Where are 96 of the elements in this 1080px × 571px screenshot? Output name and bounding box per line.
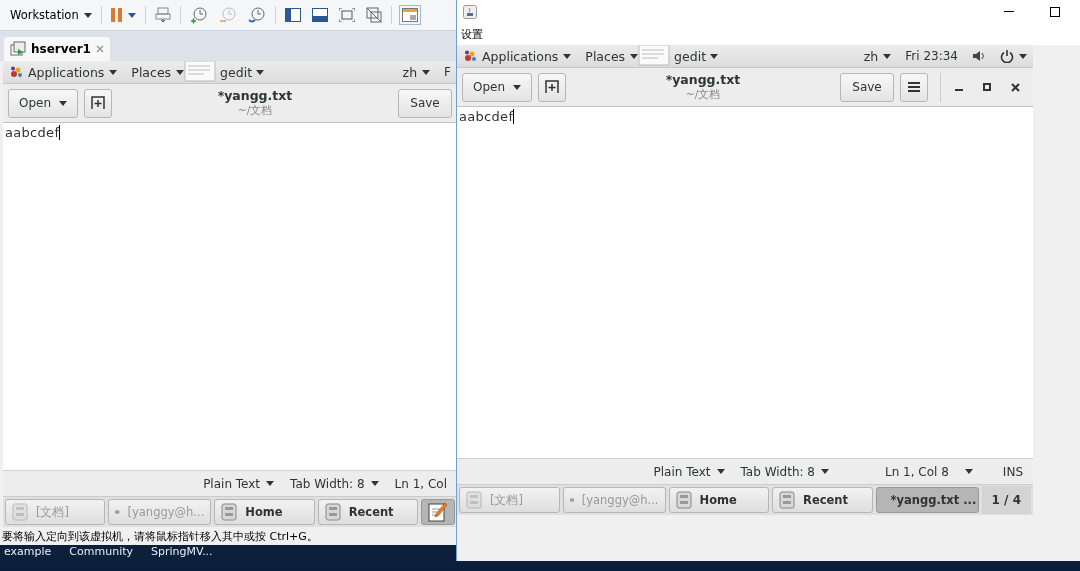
desktop-icon-label[interactable]: SpringMV... [151,545,213,558]
sidebar-view-button[interactable] [282,6,303,24]
menu-icon [908,82,920,92]
cabinet-icon [779,491,796,509]
places-menu[interactable]: Places [131,64,185,80]
new-tab-button[interactable] [538,72,566,102]
caret-icon [176,69,185,75]
crossed-window-icon [365,7,382,23]
caret-icon [1019,53,1027,59]
document-text: aabcdef [5,125,60,140]
cabinet-icon [466,491,482,509]
caret-icon [422,69,431,75]
new-tab-button[interactable] [84,88,112,118]
desktop-icon-label[interactable]: example [4,545,52,558]
app-menu[interactable]: gedit [220,64,253,80]
fullscreen-button[interactable] [336,6,357,24]
power-icon[interactable] [1000,49,1014,63]
taskbar-item[interactable]: Recent [317,499,418,525]
caret-icon [83,12,92,18]
minimize-icon [1004,11,1014,13]
pause-icon [110,8,123,22]
caret-icon [630,53,639,59]
open-button[interactable]: Open [462,72,532,102]
close-icon[interactable] [96,45,104,53]
taskbar-item[interactable]: Home [668,487,770,513]
vm-icon [10,41,26,57]
maximize-icon [1050,7,1060,17]
tab-width-menu[interactable]: Tab Width: 8 [290,476,379,491]
clock: F [444,65,451,79]
applications-menu[interactable]: Applications [463,48,572,64]
caret-icon [821,469,829,474]
workspace-indicator[interactable]: 1 / 4 [981,486,1031,514]
maximize-icon [983,83,991,91]
console-view-button[interactable] [309,6,330,24]
caret-icon [256,69,265,75]
thumbnail-view-button[interactable] [398,5,421,25]
caret-icon [127,12,136,18]
unity-button[interactable] [363,5,384,25]
cabinet-icon [324,503,341,521]
gnome-foot-icon [463,49,477,63]
clock-plus-icon [189,6,208,24]
caret-icon [513,84,521,90]
menu-item[interactable]: 设置 [461,27,483,42]
close-icon [1011,82,1020,92]
fullscreen-icon [338,8,355,22]
speaker-icon [972,50,986,62]
new-tab-icon [91,96,105,110]
desktop-icon-label[interactable]: Community [69,545,134,558]
language-menu[interactable]: Plain Text [653,464,725,479]
window-thumbnail-icon [401,8,418,22]
taskbar-item[interactable]: *yangg.txt ... [875,487,979,513]
notepad-icon [184,61,219,82]
workstation-menu[interactable]: Workstation [8,6,94,24]
taskbar-item[interactable] [421,499,455,525]
document-path: ~/文档 [237,103,273,117]
panel-icon [311,8,328,22]
vm-tab[interactable]: hserver1 [4,37,110,61]
caret-icon [109,69,118,75]
document-title: *yangg.txt [217,89,293,103]
caret-icon [370,481,379,486]
input-method-menu[interactable]: zh [863,48,892,64]
document-path: ~/文档 [685,87,721,101]
save-button[interactable]: Save [398,88,452,118]
cabinet-icon [12,503,28,521]
tab-width-menu[interactable]: Tab Width: 8 [740,464,829,479]
input-method-menu[interactable]: zh [402,64,431,80]
cursor-position: Ln 1, Col 8 [885,464,949,479]
pause-button[interactable] [108,6,138,24]
insert-mode: INS [1002,464,1023,479]
applications-menu[interactable]: Applications [9,64,118,80]
taskbar-item[interactable]: Recent [772,487,873,513]
status-message: 要将输入定向到该虚拟机，请将鼠标指针移入其中或按 Ctrl+G。 [2,528,318,544]
app-menu[interactable]: gedit [674,48,707,64]
caret-icon [710,53,719,59]
clock: Fri 23:34 [905,49,958,63]
menu-button[interactable] [900,72,928,102]
caret-icon [563,53,572,59]
language-menu[interactable]: Plain Text [203,476,275,491]
gnome-foot-icon [9,65,23,79]
taskbar-item[interactable]: Home [214,499,315,525]
document-text: aabcdef [459,109,514,124]
caret-icon [883,53,892,59]
open-button[interactable]: Open [8,88,78,118]
caret-icon [716,469,725,474]
cabinet-icon [221,503,238,521]
places-menu[interactable]: Places [585,48,639,64]
sidebar-icon [284,8,301,22]
new-tab-icon [545,80,559,94]
cabinet-icon [675,491,692,509]
cursor-position: Ln 1, Col [394,476,447,491]
caret-icon [964,469,973,474]
caret-icon [266,481,275,486]
caret-icon [59,100,67,106]
document-title: *yangg.txt [665,73,741,87]
notepad-pencil-icon [428,502,448,522]
save-button[interactable]: Save [840,72,894,102]
